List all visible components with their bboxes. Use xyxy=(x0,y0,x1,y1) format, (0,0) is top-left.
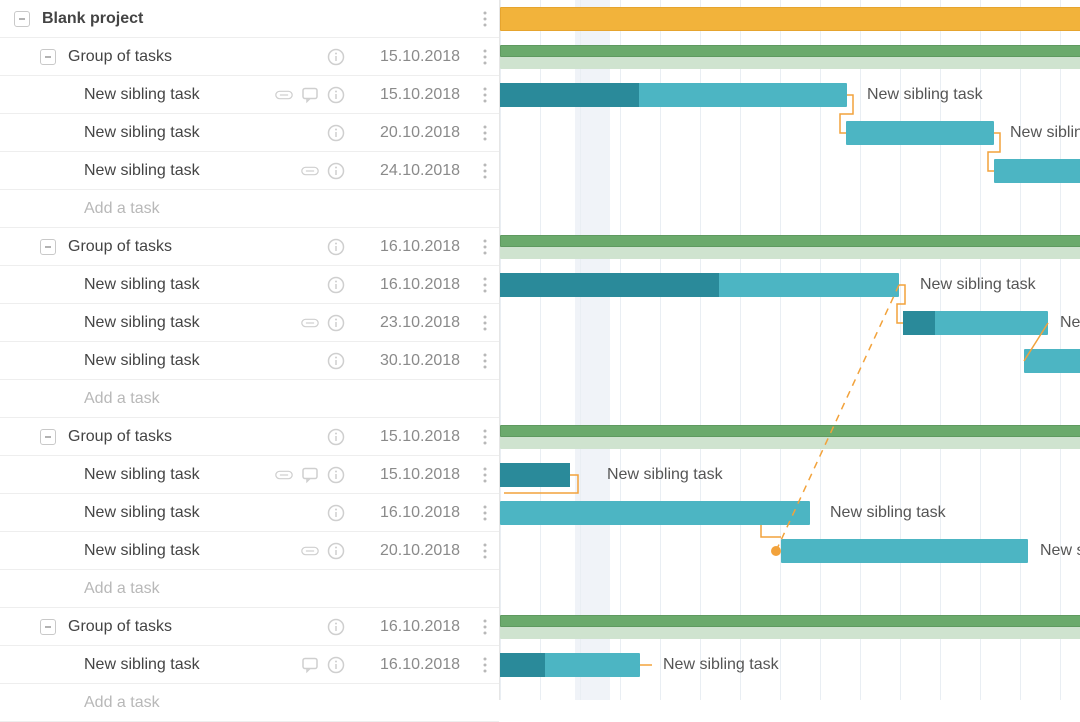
info-icon[interactable] xyxy=(327,504,345,522)
info-icon[interactable] xyxy=(327,86,345,104)
comment-icon[interactable] xyxy=(301,466,319,484)
task-date: 16.10.2018 xyxy=(365,504,475,522)
gantt-task-bar[interactable] xyxy=(500,653,640,677)
task-date: 20.10.2018 xyxy=(365,124,475,142)
add-task-placeholder[interactable]: Add a task xyxy=(84,694,345,712)
group-name[interactable]: Group of tasks xyxy=(68,48,327,66)
row-menu[interactable] xyxy=(475,49,495,65)
info-icon[interactable] xyxy=(327,276,345,294)
info-icon[interactable] xyxy=(327,352,345,370)
collapse-toggle[interactable] xyxy=(14,11,30,27)
attachment-icon[interactable] xyxy=(301,542,319,560)
task-name[interactable]: New sibling task xyxy=(84,314,301,332)
gantt-task-bar[interactable] xyxy=(846,121,994,145)
attachment-icon[interactable] xyxy=(275,86,293,104)
add-task-placeholder[interactable]: Add a task xyxy=(84,580,345,598)
task-name[interactable]: New sibling task xyxy=(84,466,275,484)
task-date: 15.10.2018 xyxy=(365,428,475,446)
task-name[interactable]: New sibling task xyxy=(84,542,301,560)
task-date: 15.10.2018 xyxy=(365,48,475,66)
attachment-icon[interactable] xyxy=(275,466,293,484)
task-name[interactable]: New sibling task xyxy=(84,504,327,522)
row-menu[interactable] xyxy=(475,619,495,635)
row-menu[interactable] xyxy=(475,163,495,179)
gantt-task-bar[interactable] xyxy=(994,159,1080,183)
task-date: 16.10.2018 xyxy=(365,618,475,636)
row-menu[interactable] xyxy=(475,277,495,293)
group-name[interactable]: Group of tasks xyxy=(68,428,327,446)
task-name[interactable]: New sibling task xyxy=(84,276,327,294)
row-menu[interactable] xyxy=(475,467,495,483)
comment-icon[interactable] xyxy=(301,656,319,674)
group-name[interactable]: Group of tasks xyxy=(68,238,327,256)
info-icon[interactable] xyxy=(327,48,345,66)
row-menu[interactable] xyxy=(475,239,495,255)
project-name[interactable]: Blank project xyxy=(42,10,345,28)
row-menu[interactable] xyxy=(475,11,495,27)
gantt-task-bar[interactable] xyxy=(903,311,1048,335)
info-icon[interactable] xyxy=(327,542,345,560)
row-menu[interactable] xyxy=(475,505,495,521)
task-date: 16.10.2018 xyxy=(365,276,475,294)
gantt-task-bar[interactable] xyxy=(500,83,847,107)
gantt-task-label: New sibling task xyxy=(830,504,946,522)
row-menu[interactable] xyxy=(475,125,495,141)
info-icon[interactable] xyxy=(327,656,345,674)
add-task-placeholder[interactable]: Add a task xyxy=(84,200,345,218)
attachment-icon[interactable] xyxy=(301,314,319,332)
gantt-task-bar[interactable] xyxy=(500,501,810,525)
task-date: 16.10.2018 xyxy=(365,238,475,256)
gantt-task-label: New sibling task xyxy=(867,86,983,104)
task-date: 15.10.2018 xyxy=(365,86,475,104)
info-icon[interactable] xyxy=(327,162,345,180)
task-name[interactable]: New sibling task xyxy=(84,656,301,674)
gantt-task-bar[interactable] xyxy=(500,463,570,487)
info-icon[interactable] xyxy=(327,466,345,484)
task-name[interactable]: New sibling task xyxy=(84,86,275,104)
gantt-task-bar[interactable] xyxy=(500,273,899,297)
comment-icon[interactable] xyxy=(301,86,319,104)
task-date: 16.10.2018 xyxy=(365,656,475,674)
collapse-toggle[interactable] xyxy=(40,49,56,65)
gantt-task-label: New sibling task xyxy=(663,656,779,674)
task-date: 23.10.2018 xyxy=(365,314,475,332)
task-date: 20.10.2018 xyxy=(365,542,475,560)
task-date: 30.10.2018 xyxy=(365,352,475,370)
task-date: 24.10.2018 xyxy=(365,162,475,180)
gantt-task-label: New sibling task xyxy=(920,276,1036,294)
info-icon[interactable] xyxy=(327,124,345,142)
row-menu[interactable] xyxy=(475,87,495,103)
task-date: 15.10.2018 xyxy=(365,466,475,484)
gantt-task-bar[interactable] xyxy=(781,539,1028,563)
collapse-toggle[interactable] xyxy=(40,239,56,255)
add-task-placeholder[interactable]: Add a task xyxy=(84,390,345,408)
gantt-task-label: New sibling task xyxy=(1060,314,1080,332)
gantt-task-bar[interactable] xyxy=(1024,349,1080,373)
info-icon[interactable] xyxy=(327,428,345,446)
gantt-task-label: New sibling task xyxy=(607,466,723,484)
info-icon[interactable] xyxy=(327,314,345,332)
task-name[interactable]: New sibling task xyxy=(84,352,327,370)
row-menu[interactable] xyxy=(475,429,495,445)
row-menu[interactable] xyxy=(475,657,495,673)
info-icon[interactable] xyxy=(327,238,345,256)
row-menu[interactable] xyxy=(475,543,495,559)
gantt-task-label: New sibling task xyxy=(1040,542,1080,560)
task-name[interactable]: New sibling task xyxy=(84,124,327,142)
row-menu[interactable] xyxy=(475,315,495,331)
task-name[interactable]: New sibling task xyxy=(84,162,301,180)
group-name[interactable]: Group of tasks xyxy=(68,618,327,636)
gantt-task-label: New sibling task xyxy=(1010,124,1080,142)
collapse-toggle[interactable] xyxy=(40,429,56,445)
row-menu[interactable] xyxy=(475,353,495,369)
collapse-toggle[interactable] xyxy=(40,619,56,635)
attachment-icon[interactable] xyxy=(301,162,319,180)
info-icon[interactable] xyxy=(327,618,345,636)
